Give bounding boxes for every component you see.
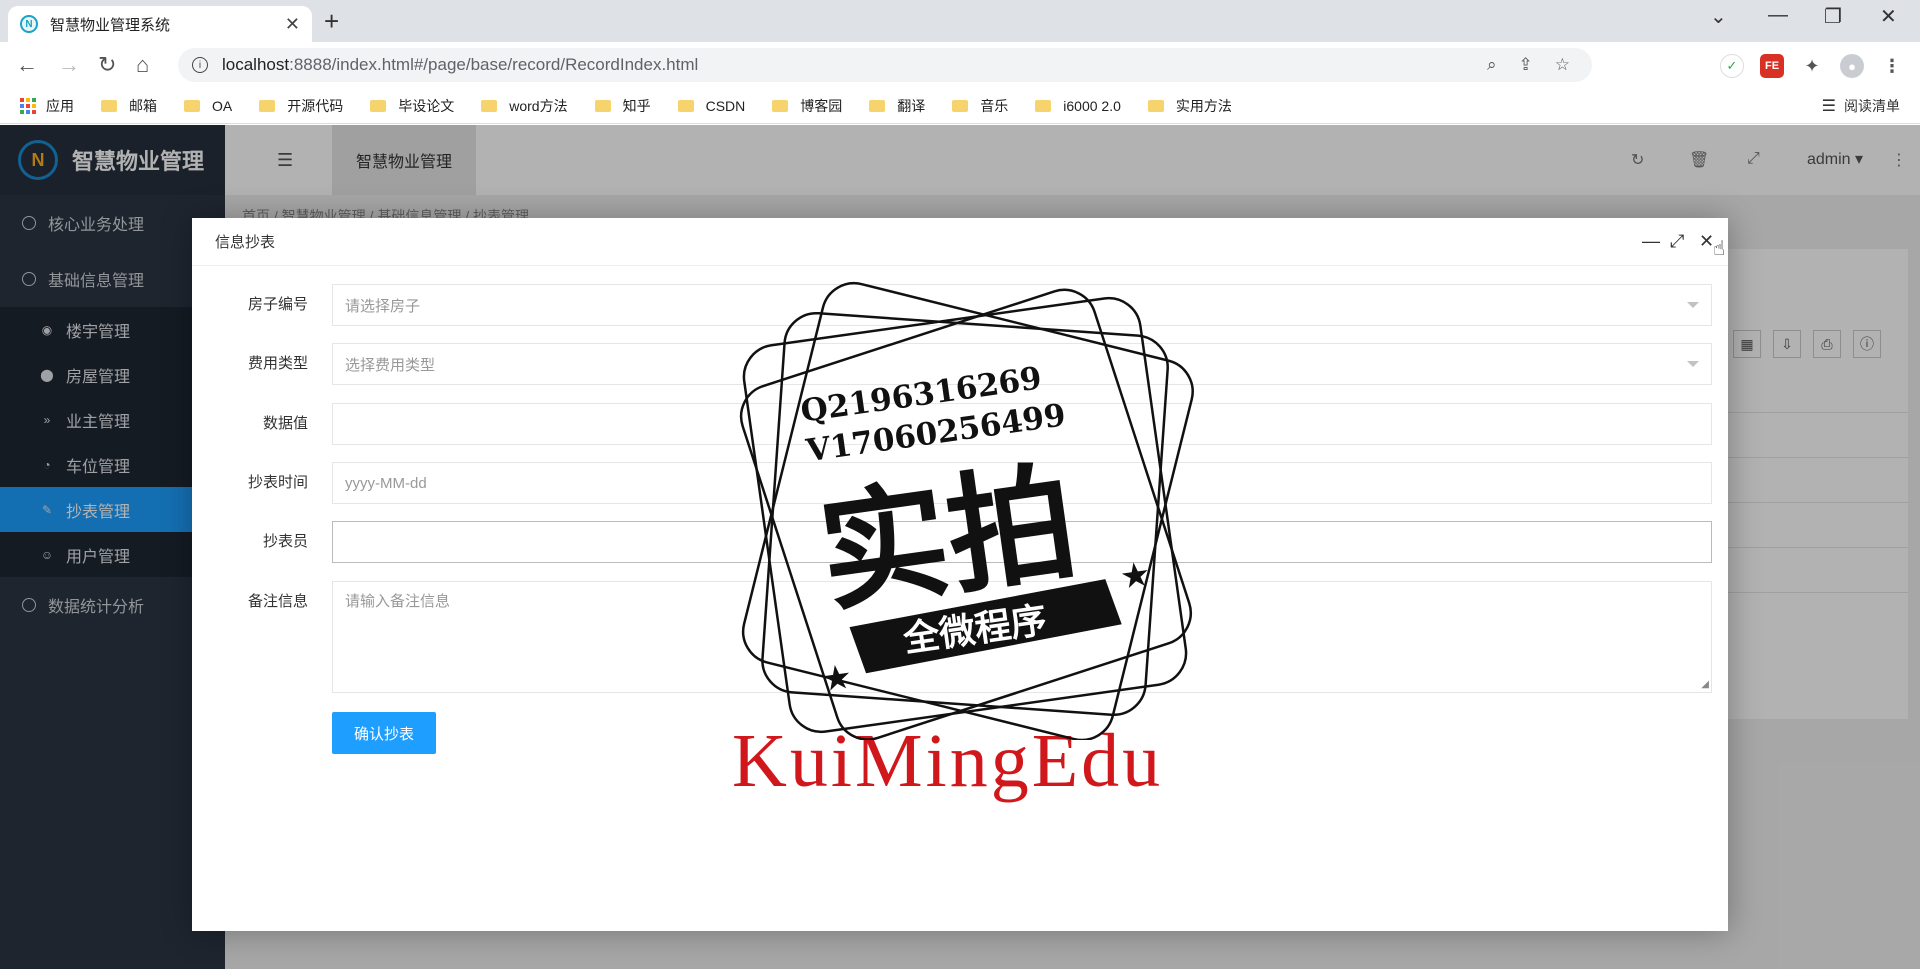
note-label: 备注信息 [247,593,308,610]
confirm-reading-button[interactable]: 确认抄表 [332,712,436,754]
reading-date-placeholder: yyyy-MM-dd [345,474,427,492]
folder-icon [677,99,694,112]
zoom-icon[interactable]: ⌕ [1487,55,1497,75]
bookmark-label: 邮箱 [129,97,157,114]
bookmark-folder[interactable]: 开源代码 [259,96,343,116]
star-icon: ★ [1118,555,1153,597]
house-label: 房子编号 [247,296,308,313]
dialog-title: 信息抄表 [215,234,276,251]
reload-icon[interactable]: ↻ [98,52,116,78]
folder-icon [259,99,276,112]
bookmark-label: CSDN [705,97,746,114]
folder-icon [481,99,498,112]
folder-icon [772,99,789,112]
bookmark-folder[interactable]: 毕设论文 [370,96,454,116]
folder-icon [869,99,886,112]
bookmark-label: OA [212,97,233,114]
minimize-icon[interactable]: — [1642,231,1660,252]
bookmark-folder[interactable]: OA [184,98,232,114]
bookmark-label: word方法 [509,97,568,114]
bookmark-label: 开源代码 [287,97,344,114]
bookmark-label: i6000 2.0 [1063,97,1121,114]
extensions-puzzle-icon[interactable]: ✦ [1800,54,1824,78]
dropdown-arrow-icon [1687,302,1699,308]
browser-tab-strip: N 智慧物业管理系统 ✕ + ⌄ — ❐ ✕ [0,0,1920,42]
bookmarks-bar: 应用 邮箱 OA 开源代码 毕设论文 word方法 知乎 CSDN 博客园 翻译… [0,88,1920,124]
star-icon: ★ [819,658,854,700]
bookmark-folder[interactable]: word方法 [481,96,568,116]
address-bar[interactable]: i localhost:8888/index.html#/page/base/r… [178,48,1592,82]
profile-avatar-icon[interactable]: ● [1840,54,1864,78]
reading-list-button[interactable]: ☰ 阅读清单 [1822,96,1900,116]
browser-menu-icon[interactable]: ⋮ [1880,54,1904,78]
minimize-window-button[interactable]: — [1768,4,1788,27]
stamp-overlay: Q2196316269 V17060256499 实拍 全微程序 ★ ★ [739,281,1194,740]
bookmark-folder[interactable]: CSDN [677,97,746,114]
dialog-header: 信息抄表 — ⤢ ✕ [192,218,1728,266]
fe-extension-icon[interactable]: FE [1760,54,1784,78]
reading-list-icon: ☰ [1821,97,1836,115]
bookmark-label: 知乎 [622,97,651,114]
tab-title: 智慧物业管理系统 [50,16,171,34]
site-info-icon[interactable]: i [192,57,208,73]
close-tab-icon[interactable]: ✕ [285,14,300,35]
folder-icon [952,99,969,112]
bookmark-folder[interactable]: i6000 2.0 [1035,98,1121,114]
bookmark-folder[interactable]: 音乐 [952,96,1008,116]
maximize-icon[interactable]: ⤢ [1670,231,1684,252]
close-icon[interactable]: ✕ [1699,231,1714,252]
share-icon[interactable]: ⇪ [1519,55,1533,75]
browser-toolbar: ← → ↻ ⌂ i localhost:8888/index.html#/pag… [0,42,1920,88]
hand-cursor-icon: ☝ [1713,238,1726,260]
bookmark-label: 翻译 [897,97,926,114]
fee-type-placeholder: 选择费用类型 [345,356,436,374]
url-text[interactable]: localhost:8888/index.html#/page/base/rec… [222,55,1487,75]
bookmark-folder[interactable]: 实用方法 [1147,96,1232,116]
close-window-button[interactable]: ✕ [1880,4,1897,29]
forward-arrow-icon[interactable]: → [58,52,80,78]
folder-icon [184,99,200,112]
home-icon[interactable]: ⌂ [136,52,149,78]
folder-icon [101,99,117,112]
folder-icon [370,99,387,112]
bookmark-folder[interactable]: 翻译 [869,96,925,116]
bookmark-label: 毕设论文 [398,97,455,114]
resize-handle-icon[interactable]: ◢ [1701,679,1709,690]
apps-grid-icon [20,97,36,114]
dropdown-arrow-icon [1687,361,1699,367]
bookmark-folder[interactable]: 博客园 [772,96,842,116]
bookmark-folder[interactable]: 邮箱 [101,96,157,116]
fee-label: 费用类型 [247,355,308,372]
house-select-placeholder: 请选择房子 [345,297,421,315]
tab-search-chevron-icon[interactable]: ⌄ [1710,4,1727,29]
shield-extension-icon[interactable]: ✓ [1720,54,1744,78]
stamp-content: Q2196316269 V17060256499 实拍 全微程序 ★ ★ [799,360,1154,700]
bookmark-label: 应用 [46,97,74,114]
bookmark-folder[interactable]: 知乎 [594,96,651,116]
reader-label: 抄表员 [262,533,308,550]
time-label: 抄表时间 [247,474,308,491]
bookmark-label: 博客园 [800,97,843,114]
bookmark-star-icon[interactable]: ☆ [1555,55,1570,75]
reading-list-label: 阅读清单 [1844,97,1900,114]
bookmark-apps[interactable]: 应用 [20,96,74,116]
bookmark-label: 实用方法 [1175,97,1232,114]
note-placeholder: 请输入备注信息 [345,593,451,610]
value-label: 数据值 [262,415,308,432]
browser-tab[interactable]: N 智慧物业管理系统 ✕ [8,6,312,42]
bookmark-label: 音乐 [980,97,1009,114]
folder-icon [1147,99,1164,112]
restore-window-button[interactable]: ❐ [1824,4,1842,29]
folder-icon [1035,99,1052,112]
favicon-icon: N [20,15,38,33]
new-tab-button[interactable]: + [324,6,339,36]
back-arrow-icon[interactable]: ← [16,52,38,78]
folder-icon [594,99,611,112]
